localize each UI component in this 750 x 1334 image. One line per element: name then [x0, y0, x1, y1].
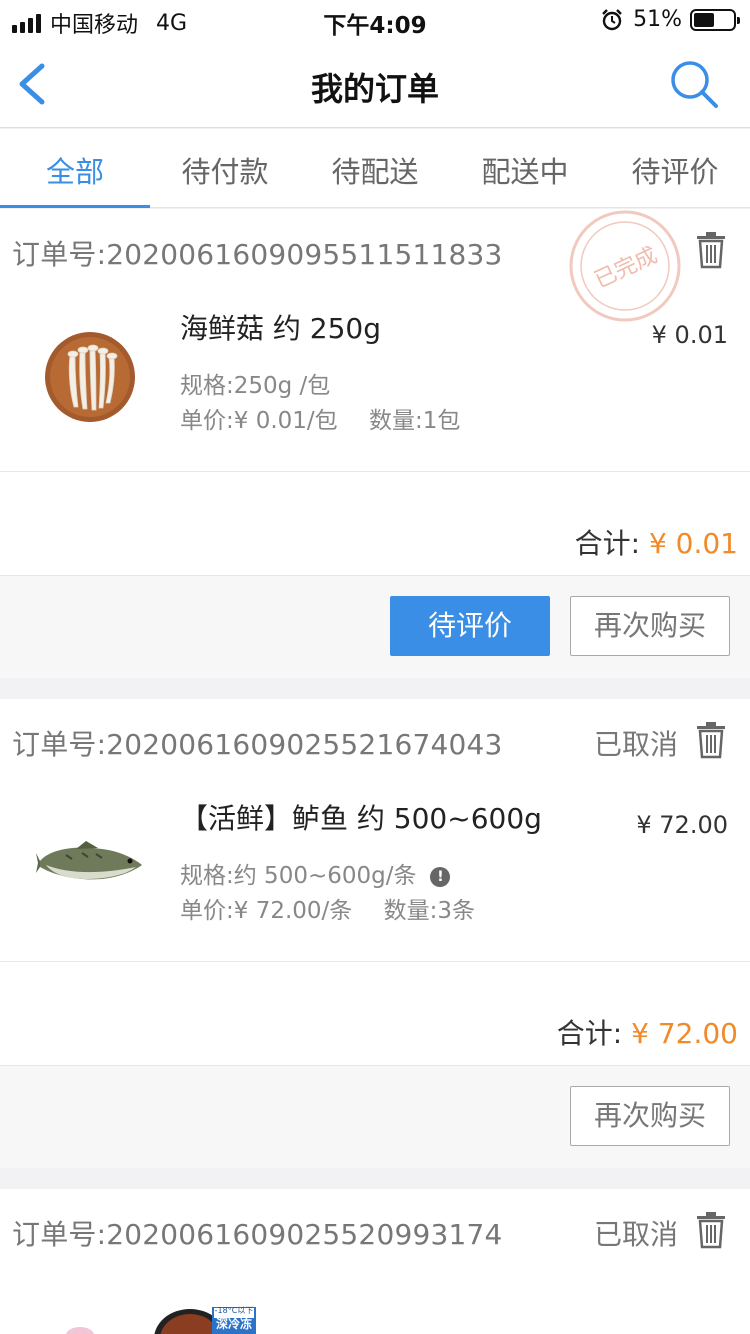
product-image-partial[interactable]: [60, 1325, 100, 1334]
order-status: 已取消: [593, 1218, 678, 1251]
mushroom-product-image[interactable]: [40, 327, 140, 427]
total-amount: ¥ 0.01: [648, 527, 738, 560]
order-card[interactable]: 订单号:20200616090255216740​43 已取消 【活鲜】鲈鱼 约…: [0, 699, 750, 1168]
unit-price: 单价:¥ 0.01/包: [180, 408, 338, 434]
order-actions: 待评价 再次购买: [0, 575, 750, 678]
product-spec: 规格:250g /包: [180, 373, 331, 399]
tab-pending-review[interactable]: 待评价: [600, 129, 750, 207]
alarm-icon: [602, 8, 622, 30]
order-number: 订单号:20200616090955115118​33: [12, 238, 503, 271]
total-amount: ¥ 72.00: [631, 1017, 738, 1050]
product-price: ¥ 0.01: [651, 321, 728, 349]
rebuy-button[interactable]: 再次购买: [570, 596, 730, 656]
tab-delivering[interactable]: 配送中: [450, 129, 600, 207]
order-card[interactable]: 订单号:20200616090255209931​74 已取消 -18°C以下 …: [0, 1189, 750, 1334]
delete-trash-icon[interactable]: [696, 1211, 726, 1249]
total-label: 合计:: [556, 1017, 623, 1050]
completed-stamp: 已完成: [569, 210, 681, 322]
tab-pending-delivery[interactable]: 待配送: [300, 129, 450, 207]
order-number: 订单号:20200616090255216740​43: [12, 728, 503, 761]
battery-icon: [690, 8, 740, 31]
frozen-badge-line2: 深冷冻: [215, 1317, 252, 1331]
frozen-badge-line1: -18°C以下: [214, 1306, 254, 1315]
quantity: 数量:1包: [368, 408, 461, 434]
page-title: 我的订单: [310, 70, 439, 108]
product-price: ¥ 72.00: [636, 811, 728, 839]
info-icon[interactable]: !: [430, 867, 451, 887]
tab-pending-payment[interactable]: 待付款: [150, 129, 300, 207]
order-tabs: 全部 待付款 待配送 配送中 待评价: [0, 129, 750, 208]
unit-price: 单价:¥ 72.00/条: [180, 898, 353, 924]
fish-product-image[interactable]: [36, 839, 146, 889]
product-name[interactable]: 【活鲜】鲈鱼 约 500~600g: [180, 797, 542, 837]
product-spec: 规格:约 500~600g/条: [180, 863, 417, 889]
total-label: 合计:: [574, 527, 641, 560]
status-right: 51%: [601, 7, 740, 32]
delete-trash-icon[interactable]: [696, 721, 726, 759]
review-button[interactable]: 待评价: [390, 596, 550, 656]
product-name[interactable]: 海鲜菇 约 250g: [180, 307, 381, 347]
order-number: 订单号:20200616090255209931​74: [12, 1218, 503, 1251]
rebuy-button[interactable]: 再次购买: [570, 1086, 730, 1146]
order-actions: 再次购买: [0, 1065, 750, 1168]
order-total: 合计: ¥ 72.00: [557, 1012, 738, 1052]
divider: [0, 961, 750, 962]
divider: [0, 471, 750, 472]
delete-trash-icon[interactable]: [696, 231, 726, 269]
product-unit-line: 单价:¥ 72.00/条 数量:3条: [180, 891, 475, 925]
order-card[interactable]: 订单号:20200616090955115118​33 已完成 海鲜菇 约 25…: [0, 209, 750, 678]
status-bar: 中国移动 4G 下午4:09 51%: [0, 0, 750, 40]
battery-percent: 51%: [633, 7, 682, 32]
quantity: 数量:3条: [383, 898, 475, 924]
tab-all[interactable]: 全部: [0, 129, 150, 208]
order-total: 合计: ¥ 0.01: [575, 522, 738, 562]
stamp-text: 已完成: [591, 243, 661, 294]
product-unit-line: 单价:¥ 0.01/包 数量:1包: [180, 401, 460, 435]
nav-bar: 我的订单: [0, 40, 750, 128]
product-spec-line: 规格:约 500~600g/条!: [180, 856, 451, 890]
search-icon[interactable]: [668, 58, 720, 110]
order-status: 已取消: [593, 728, 678, 761]
